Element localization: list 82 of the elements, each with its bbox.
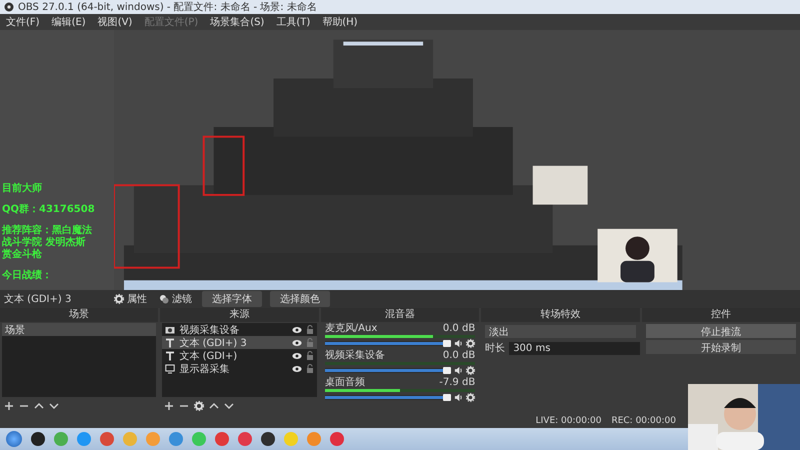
eye-icon[interactable] xyxy=(292,352,302,360)
overlay-text: 今日战绩： xyxy=(2,270,53,282)
down-icon xyxy=(49,401,59,411)
channel-name: 麦克风/Aux xyxy=(324,323,378,334)
filter-icon xyxy=(159,294,169,304)
monitor-icon xyxy=(165,364,176,374)
panel-title: 来源 xyxy=(160,308,319,322)
menu-item[interactable]: 工具(T) xyxy=(276,15,310,29)
channel-reading: -7.9 dB xyxy=(439,377,476,388)
menu-item[interactable]: 场景集合(S) xyxy=(210,15,264,29)
toolbar-button[interactable]: 选择字体 xyxy=(202,291,262,307)
overlay-text: 推荐阵容：黑白魔法 xyxy=(2,225,93,236)
panel-title: 转场特效 xyxy=(481,308,640,322)
live-status: LIVE: 00:00:00 xyxy=(536,416,602,426)
up-icon xyxy=(34,401,44,411)
channel-reading: 0.0 dB xyxy=(442,323,476,334)
control-button[interactable]: 开始录制 xyxy=(646,340,796,354)
transition-dropdown[interactable]: 淡出 xyxy=(485,325,636,338)
slider-thumb[interactable] xyxy=(443,394,452,401)
gear-icon xyxy=(194,401,204,411)
down-icon xyxy=(224,401,234,411)
add-icon xyxy=(4,401,14,411)
rec-status: REC: 00:00:00 xyxy=(611,416,676,426)
start-button[interactable] xyxy=(6,431,22,447)
overlay-text: 战斗学院 发明杰斯 xyxy=(2,237,86,248)
eye-icon[interactable] xyxy=(292,326,302,334)
source-item[interactable]: 视频采集设备 xyxy=(162,323,317,336)
eye-icon[interactable] xyxy=(292,338,302,346)
toolbar-button[interactable]: 属性 xyxy=(112,291,149,307)
app-icon[interactable] xyxy=(261,432,275,446)
source-item[interactable]: 文本 (GDI+) xyxy=(162,349,317,362)
lock-icon[interactable] xyxy=(306,351,314,360)
overlay-text: 目前大师 xyxy=(2,183,43,195)
channel-reading: 0.0 dB xyxy=(442,350,476,361)
app-icon[interactable] xyxy=(31,432,45,446)
lock-icon[interactable] xyxy=(306,338,314,347)
overlay-text: 赏金斗枪 xyxy=(2,249,43,261)
lock-icon[interactable] xyxy=(306,364,314,373)
slider-thumb[interactable] xyxy=(443,367,452,374)
overlay-text: QQ群：43176508 xyxy=(2,204,96,216)
obs-logo-icon xyxy=(4,2,14,12)
volume-slider[interactable] xyxy=(324,341,452,346)
volume-slider[interactable] xyxy=(324,368,452,373)
control-button[interactable]: 停止推流 xyxy=(646,324,796,338)
source-item[interactable]: 文本 (GDI+) 3 xyxy=(162,336,317,349)
speaker-icon xyxy=(454,339,464,348)
panel-title: 控件 xyxy=(642,308,800,322)
text-icon xyxy=(165,350,176,360)
speaker-icon xyxy=(454,393,464,402)
add-icon xyxy=(164,401,174,411)
channel-name: 视频采集设备 xyxy=(324,350,385,361)
gear-icon xyxy=(466,339,476,348)
text-icon xyxy=(165,338,176,348)
eye-icon[interactable] xyxy=(292,364,302,372)
scene-item[interactable]: 场景 xyxy=(2,323,156,336)
menu-item[interactable]: 视图(V) xyxy=(98,15,132,29)
source-name: 文本 (GDI+) 3 xyxy=(4,292,72,306)
source-label: 显示器采集 xyxy=(179,362,230,376)
volume-slider[interactable] xyxy=(324,395,452,400)
duration-label: 时长 xyxy=(485,342,506,355)
lock-icon[interactable] xyxy=(306,325,314,334)
speaker-icon xyxy=(454,366,464,375)
menu-item[interactable]: 帮助(H) xyxy=(322,15,358,29)
gear-icon xyxy=(114,294,124,304)
source-label: 文本 (GDI+) xyxy=(179,350,238,362)
source-label: 视频采集设备 xyxy=(179,324,240,336)
menu-item[interactable]: 文件(F) xyxy=(6,15,40,29)
slider-thumb[interactable] xyxy=(443,340,452,347)
toolbar-button[interactable]: 选择颜色 xyxy=(270,291,330,307)
camera-icon xyxy=(165,324,176,334)
window-title: OBS 27.0.1 (64-bit, windows) - 配置文件: 未命名 - 场景: 未命名 xyxy=(18,0,317,14)
duration-field[interactable]: 300 ms xyxy=(509,342,640,354)
menu-item[interactable]: 编辑(E) xyxy=(52,15,86,29)
source-item[interactable]: 显示器采集 xyxy=(162,362,317,375)
up-icon xyxy=(209,401,220,411)
panel-title: 混音器 xyxy=(320,308,480,322)
source-label: 文本 (GDI+) 3 xyxy=(179,336,248,350)
panel-title: 场景 xyxy=(0,308,158,322)
toolbar-button[interactable]: 滤镜 xyxy=(157,291,194,307)
channel-name: 桌面音频 xyxy=(324,377,365,388)
gear-icon xyxy=(466,366,476,375)
gear-icon xyxy=(466,393,476,402)
